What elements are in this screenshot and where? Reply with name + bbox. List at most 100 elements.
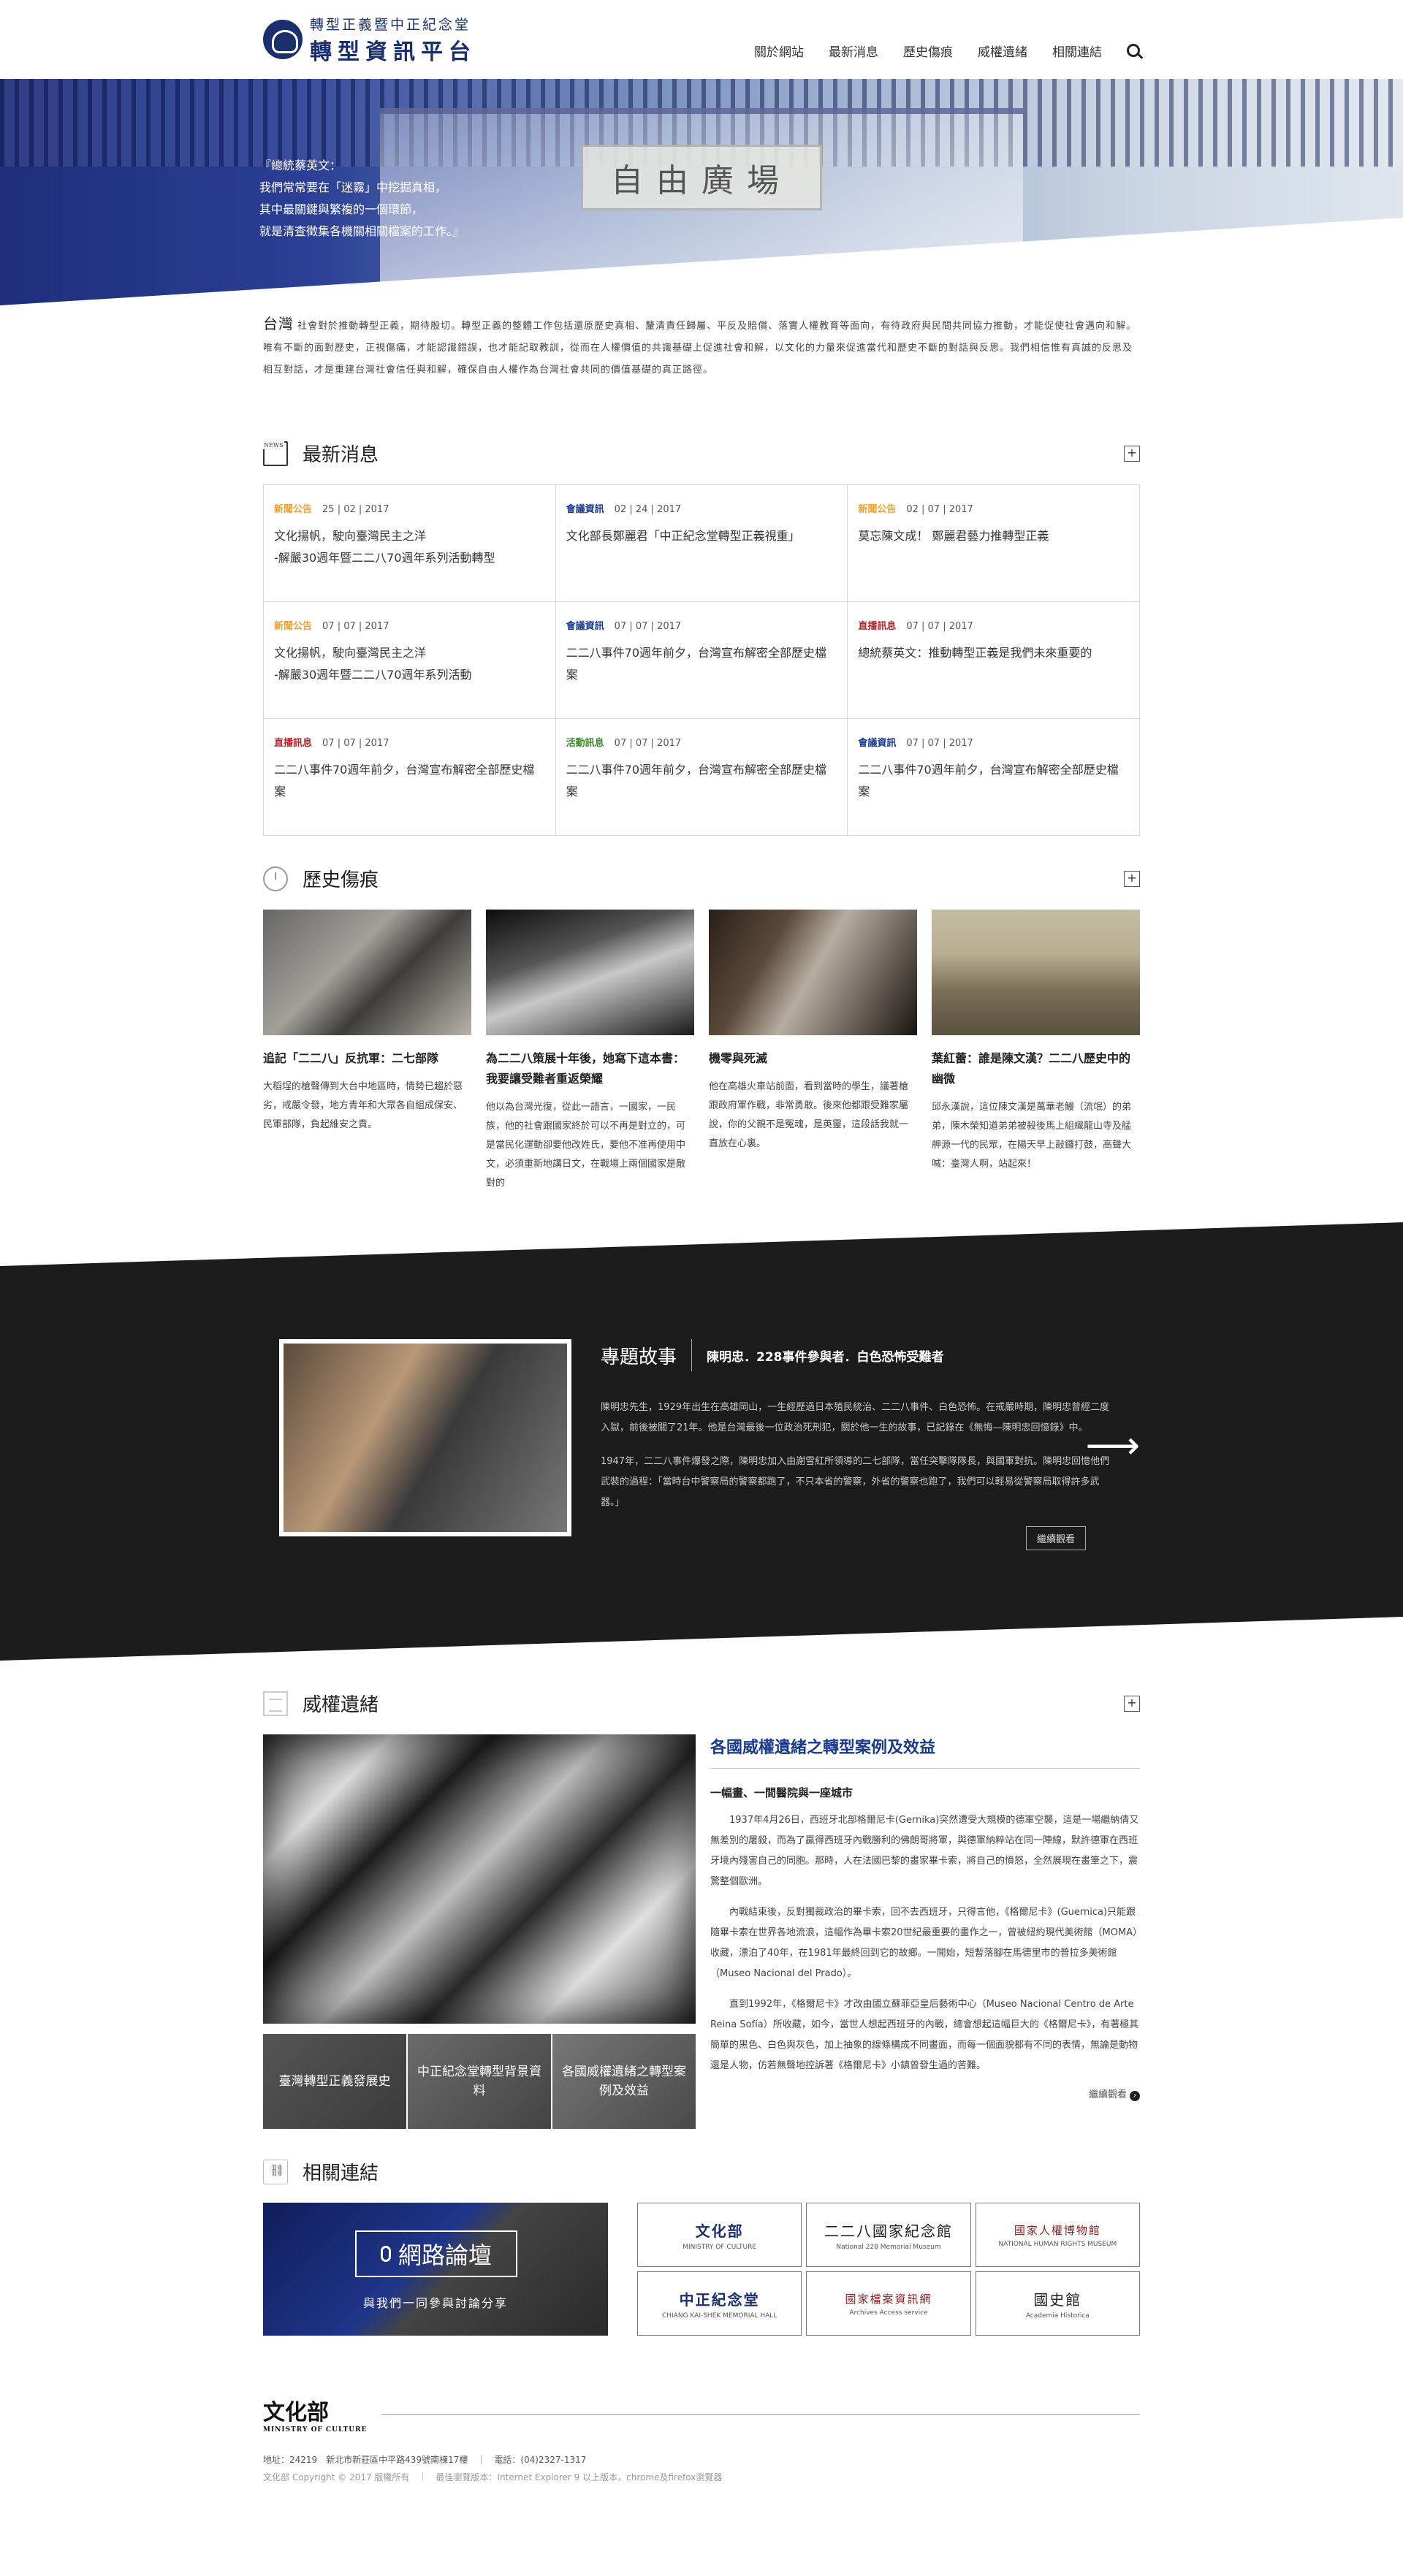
next-arrow-icon[interactable]: ⟶ [1085, 1427, 1140, 1465]
search-icon[interactable] [1127, 44, 1140, 57]
hero-quote: 『總統蔡英文： 我們常常要在「迷霧」中挖掘真相， 其中最關鍵與繁複的一個環節， … [259, 155, 464, 243]
story-divider [691, 1339, 693, 1371]
partner-name: 二二八國家紀念館 [824, 2222, 953, 2240]
nav-history[interactable]: 歷史傷痕 [903, 42, 953, 60]
partner-link[interactable]: 國家檔案資訊網 Archives Access service [806, 2271, 971, 2336]
feature-story: 專題故事 陳明忠．228事件參與者．白色恐怖受難者 陳明忠先生，1929年出生在… [0, 1222, 1403, 1661]
news-title: 總統蔡英文：推動轉型正義是我們未來重要的 [858, 646, 1092, 660]
partner-link[interactable]: 中正紀念堂 CHIANG KAI-SHEK MEMORIAL HALL [637, 2271, 802, 2336]
news-item[interactable]: 會議資訊 02 | 24 | 2017 文化部長鄭麗君「中正紀念堂轉型正義視重」 [555, 485, 848, 602]
partner-name: 國史館 [1033, 2290, 1082, 2309]
partner-name-en: CHIANG KAI-SHEK MEMORIAL HALL [661, 2312, 777, 2320]
news-date: 02 | 07 | 2017 [906, 504, 973, 515]
quote-line: 『總統蔡英文： [259, 159, 342, 172]
history-more-button[interactable]: + [1124, 870, 1140, 887]
intro-text: 台灣 社會對於推動轉型正義，期待殷切。轉型正義的整體工作包括還原歷史真相、釐清責… [263, 305, 1140, 411]
news-item[interactable]: 直播訊息 07 | 07 | 2017 二二八事件70週年前夕，台灣宣布解密全部歷史… [264, 719, 556, 836]
nav-links[interactable]: 相關連結 [1052, 42, 1102, 60]
news-title: 莫忘陳文成！ 鄭麗君藝力推轉型正義 [858, 529, 1049, 543]
hero-banner: 自由廣場 『總統蔡英文： 我們常常要在「迷霧」中挖掘真相， 其中最關鍵與繁複的一… [0, 79, 1403, 305]
partner-link[interactable]: 二二八國家紀念館 National 228 Memorial Museum [806, 2203, 971, 2267]
authority-more-label: 繼續觀看 [1088, 2089, 1127, 2100]
story-paragraph: 陳明忠先生，1929年出生在高雄岡山，一生經歷過日本殖民統治、二二八事件、白色恐… [601, 1402, 1110, 1433]
links-header: 相關連結 [263, 2158, 1140, 2185]
forum-banner[interactable]: 網路論壇 與我們一同參與討論分享 [263, 2203, 608, 2336]
news-date: 07 | 07 | 2017 [906, 621, 973, 632]
history-card[interactable]: 為二二八策展十年後，她寫下這本書：我要讓受難者重返榮耀 他以為台灣光復，從此一語言… [486, 910, 694, 1193]
news-item[interactable]: 新聞公告 25 | 02 | 2017 文化揚帆，駛向臺灣民主之洋 -解嚴30週年暨… [264, 485, 556, 602]
history-card[interactable]: 機零與死滅 他在高雄火車站前面，看到當時的學生，議著槍跟政府軍作戰，非常勇敢。後來… [709, 910, 917, 1193]
news-category: 直播訊息 [274, 738, 313, 749]
partner-name: 文化部 [695, 2222, 744, 2240]
news-title: 文化部長鄭麗君「中正紀念堂轉型正義視重」 [566, 529, 800, 543]
authority-section-title: 威權遺緒 [303, 1694, 379, 1716]
news-meta: 新聞公告 07 | 07 | 2017 [274, 618, 545, 632]
history-image [932, 910, 1140, 1035]
microphone-icon [380, 2246, 391, 2262]
partner-link[interactable]: 文化部 MINISTRY OF CULTURE [637, 2203, 802, 2267]
news-item[interactable]: 新聞公告 07 | 07 | 2017 文化揚帆，駛向臺灣民主之洋 -解嚴30週年暨… [264, 602, 556, 719]
authority-tab[interactable]: 臺灣轉型正義發展史 [263, 2034, 406, 2129]
quote-line: 我們常常要在「迷霧」中挖掘真相， [259, 180, 447, 194]
news-category: 新聞公告 [274, 504, 313, 515]
authority-more-button[interactable]: + [1124, 1695, 1140, 1712]
news-item[interactable]: 新聞公告 02 | 07 | 2017 莫忘陳文成！ 鄭麗君藝力推轉型正義 [848, 485, 1140, 602]
partner-name: 國家檔案資訊網 [845, 2292, 932, 2306]
site-logo[interactable]: 轉型正義暨中正紀念堂 轉型資訊平台 [263, 14, 476, 66]
authority-tab[interactable]: 各國威權遺緒之轉型案例及效益 [552, 2034, 696, 2129]
news-date: 07 | 07 | 2017 [614, 738, 682, 749]
history-title: 追記「二二八」反抗軍：二七部隊 [263, 1051, 439, 1065]
partner-grid: 文化部 MINISTRY OF CULTURE 二二八國家紀念館 National 2… [637, 2203, 1140, 2336]
history-header: 歷史傷痕 + [263, 865, 1140, 892]
news-item[interactable]: 會議資訊 07 | 07 | 2017 二二八事件70週年前夕，台灣宣布解密全部歷史… [555, 602, 848, 719]
partner-name-en: NATIONAL HUMAN RIGHTS MUSEUM [998, 2240, 1117, 2248]
partner-name-en: MINISTRY OF CULTURE [683, 2243, 757, 2251]
story-subtitle: 陳明忠．228事件參與者．白色恐怖受難者 [707, 1349, 944, 1365]
news-category: 新聞公告 [858, 504, 897, 515]
partner-link[interactable]: 國史館 Academia Historica [975, 2271, 1140, 2336]
news-title: 二二八事件70週年前夕，台灣宣布解密全部歷史檔案 [858, 763, 1119, 799]
news-meta: 新聞公告 02 | 07 | 2017 [858, 501, 1129, 515]
news-meta: 活動訊息 07 | 07 | 2017 [566, 735, 837, 749]
news-category: 新聞公告 [274, 621, 313, 632]
news-meta: 會議資訊 07 | 07 | 2017 [858, 735, 1129, 749]
news-item[interactable]: 活動訊息 07 | 07 | 2017 二二八事件70週年前夕，台灣宣布解密全部歷史… [555, 719, 848, 836]
history-image [263, 910, 471, 1035]
partner-name-en: Academia Historica [1025, 2312, 1090, 2320]
footer-logo[interactable]: 文化部 MINISTRY OF CULTURE [263, 2394, 367, 2434]
history-card[interactable]: 追記「二二八」反抗軍：二七部隊 大稻埕的槍聲傳到大台中地區時，情勢已趨於惡劣，戒嚴… [263, 910, 471, 1193]
news-category: 會議資訊 [566, 504, 604, 515]
history-desc: 邱永漢說，這位陳文漢是萬華老鰻（流氓）的弟弟，陳木榮知道弟弟被殺後馬上組織龍山寺… [932, 1102, 1132, 1170]
authority-paragraph: 1937年4月26日，西班牙北部格爾尼卡(Gernika)突然遭受大規模的德軍空… [710, 1815, 1139, 1887]
news-grid: 新聞公告 25 | 02 | 2017 文化揚帆，駛向臺灣民主之洋 -解嚴30週年暨… [263, 484, 1140, 836]
footer-copyright: 文化部 Copyright © 2017 版權所有 ｜ 最佳瀏覽版本：Inter… [263, 2472, 723, 2482]
news-date: 07 | 07 | 2017 [322, 738, 389, 749]
news-section-title: 最新消息 [303, 444, 379, 466]
building-icon [263, 1691, 288, 1716]
authority-content: 臺灣轉型正義發展史 中正紀念堂轉型背景資料 各國威權遺緒之轉型案例及效益 各國威… [263, 1734, 1140, 2129]
news-date: 02 | 24 | 2017 [614, 504, 682, 515]
story-portrait-image [279, 1339, 571, 1536]
authority-headline[interactable]: 各國威權遺緒之轉型案例及效益 [710, 1734, 1140, 1769]
history-title: 葉紅蕾：誰是陳文漢？二二八歷史中的幽微 [932, 1051, 1131, 1086]
quote-line: 就是清查徵集各機關相關檔案的工作。』 [259, 224, 465, 238]
partner-name-en: Archives Access service [849, 2309, 928, 2317]
logo-title: 轉型資訊平台 [310, 39, 476, 65]
news-item[interactable]: 直播訊息 07 | 07 | 2017 總統蔡英文：推動轉型正義是我們未來重要的 [848, 602, 1140, 719]
news-more-button[interactable]: + [1124, 445, 1140, 462]
nav-news[interactable]: 最新消息 [829, 42, 878, 60]
logo-emblem-icon [263, 20, 303, 59]
partner-link[interactable]: 國家人權博物館 NATIONAL HUMAN RIGHTS MUSEUM [975, 2203, 1140, 2267]
history-card[interactable]: 葉紅蕾：誰是陳文漢？二二八歷史中的幽微邱永漢說，這位陳文漢是萬華老鰻（流氓）的弟… [932, 910, 1140, 1193]
authority-more-link[interactable]: 繼續觀看 › [710, 2087, 1140, 2101]
story-more-button[interactable]: 繼續觀看 [1025, 1526, 1086, 1550]
links-section-title: 相關連結 [303, 2162, 379, 2184]
nav-about[interactable]: 關於網站 [754, 42, 804, 60]
nav-authority[interactable]: 威權遺緒 [978, 42, 1027, 60]
guernica-image [263, 1734, 696, 2024]
history-clock-icon [263, 866, 288, 891]
news-item[interactable]: 會議資訊 07 | 07 | 2017 二二八事件70週年前夕，台灣宣布解密全部歷史… [848, 719, 1140, 836]
authority-tab[interactable]: 中正紀念堂轉型背景資料 [408, 2034, 551, 2129]
story-label: 專題故事 [601, 1346, 677, 1368]
news-meta: 會議資訊 02 | 24 | 2017 [566, 501, 837, 515]
